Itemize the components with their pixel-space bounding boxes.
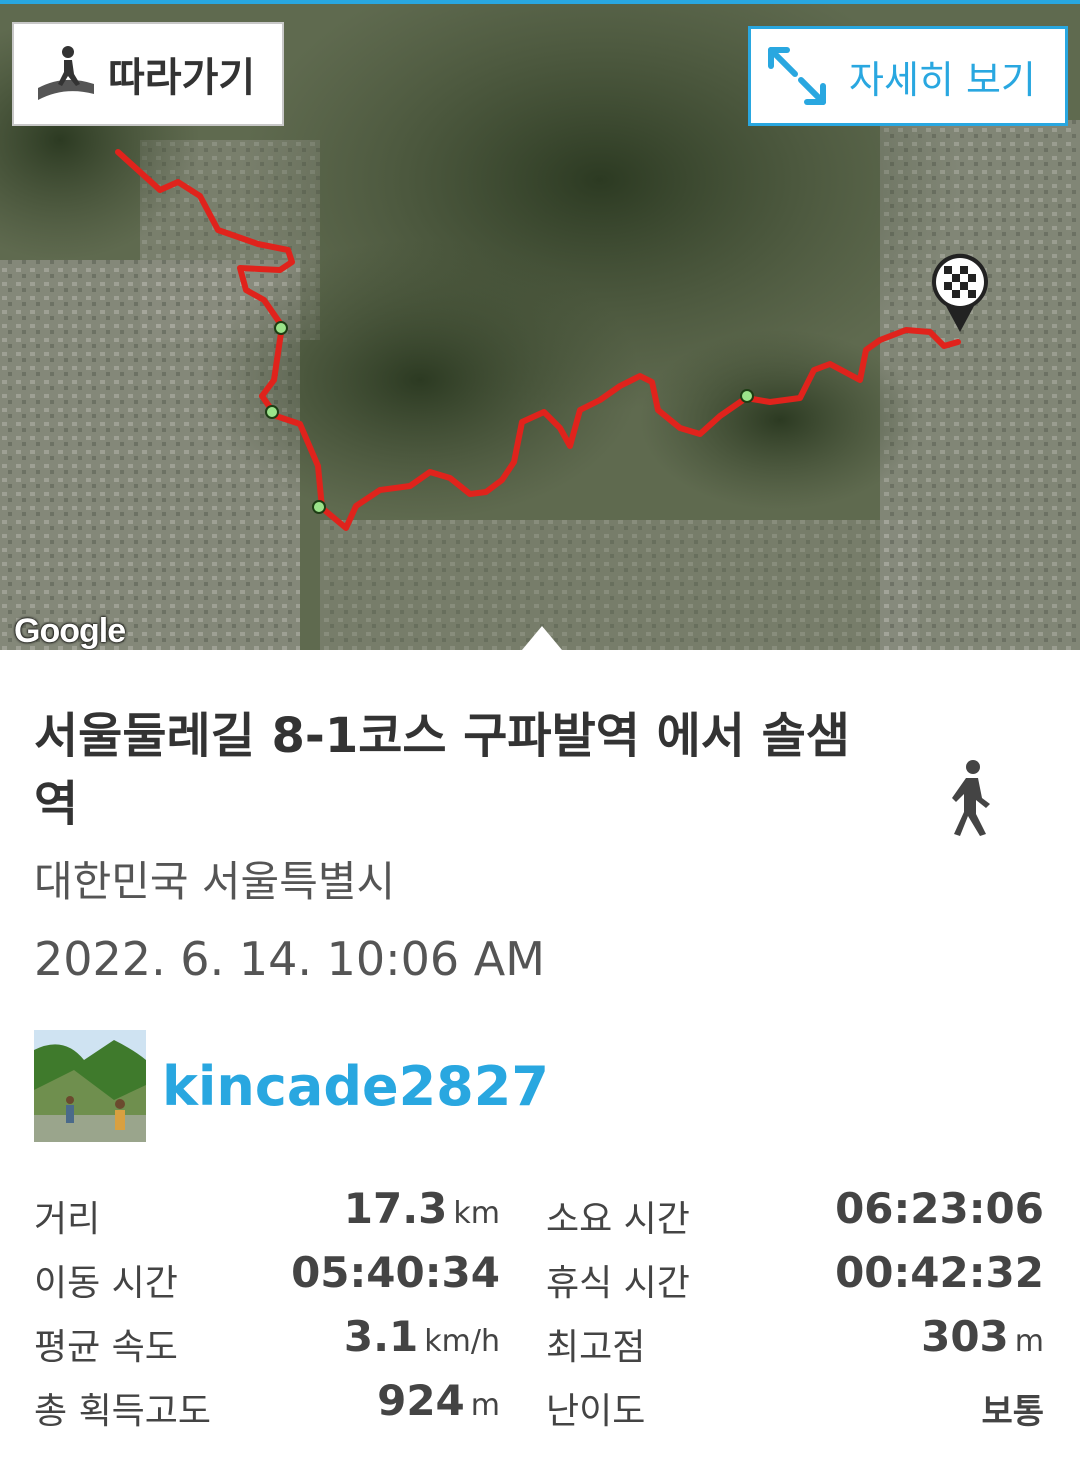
peak-value: 303 bbox=[921, 1312, 1009, 1361]
route-map[interactable]: 따라가기 자세히 보기 Google bbox=[0, 0, 1080, 650]
follow-button[interactable]: 따라가기 bbox=[12, 22, 284, 126]
stats-row: 총 획득고도 924 m 난이도 보통 bbox=[34, 1376, 1048, 1446]
stats-table: 거리 17.3 km 소요 시간 06:23:06 이동 시간 05:40:34 … bbox=[34, 1184, 1048, 1446]
stats-row: 거리 17.3 km 소요 시간 06:23:06 bbox=[34, 1184, 1048, 1254]
rest-time-label: 휴식 시간 bbox=[546, 1263, 690, 1304]
peak-label: 최고점 bbox=[546, 1327, 646, 1368]
duration-value: 06:23:06 bbox=[835, 1184, 1044, 1233]
stats-row: 이동 시간 05:40:34 휴식 시간 00:42:32 bbox=[34, 1248, 1048, 1318]
profile-photo bbox=[34, 1030, 146, 1142]
avg-speed-value: 3.1 bbox=[343, 1312, 419, 1361]
elevation-gain-label: 총 획득고도 bbox=[34, 1391, 212, 1432]
walking-path-icon bbox=[38, 46, 94, 100]
moving-time-label: 이동 시간 bbox=[34, 1263, 178, 1304]
stats-row: 평균 속도 3.1 km/h 최고점 303 m bbox=[34, 1312, 1048, 1382]
view-detail-label: 자세히 보기 bbox=[849, 57, 1036, 102]
avg-speed-label: 평균 속도 bbox=[34, 1327, 178, 1368]
avg-speed-unit: km/h bbox=[424, 1324, 500, 1359]
distance-unit: km bbox=[453, 1196, 500, 1231]
map-pointer bbox=[522, 626, 562, 650]
elevation-gain-value-group: 924 m bbox=[377, 1376, 500, 1425]
distance-label: 거리 bbox=[34, 1199, 101, 1240]
view-detail-button[interactable]: 자세히 보기 bbox=[748, 26, 1068, 126]
top-accent-bar bbox=[0, 0, 1080, 4]
walking-icon bbox=[952, 760, 990, 836]
distance-value: 17.3 bbox=[343, 1184, 448, 1233]
distance-value-group: 17.3 km bbox=[344, 1184, 500, 1233]
avatar[interactable] bbox=[34, 1030, 146, 1142]
route-title: 서울둘레길 8-1코스 구파발역 에서 솔샘역 bbox=[34, 708, 850, 832]
peak-value-group: 303 m bbox=[921, 1312, 1044, 1361]
peak-unit: m bbox=[1014, 1324, 1044, 1359]
waypoint-marker[interactable] bbox=[274, 321, 288, 335]
username-link[interactable]: kincade2827 bbox=[162, 1055, 549, 1118]
difficulty-value: 보통 bbox=[981, 1392, 1044, 1432]
follow-label: 따라가기 bbox=[108, 55, 256, 101]
difficulty-label: 난이도 bbox=[546, 1391, 646, 1432]
waypoint-marker[interactable] bbox=[265, 405, 279, 419]
google-logo: Google bbox=[14, 612, 126, 650]
rest-time-value: 00:42:32 bbox=[835, 1248, 1044, 1297]
route-region: 대한민국 서울특별시 bbox=[34, 857, 396, 906]
waypoint-marker[interactable] bbox=[740, 389, 754, 403]
route-datetime: 2022. 6. 14. 10:06 AM bbox=[34, 932, 545, 986]
elevation-gain-unit: m bbox=[470, 1388, 500, 1423]
elevation-gain-value: 924 bbox=[377, 1376, 465, 1425]
duration-label: 소요 시간 bbox=[546, 1199, 690, 1240]
expand-icon bbox=[768, 47, 826, 105]
avg-speed-value-group: 3.1 km/h bbox=[344, 1312, 500, 1361]
waypoint-marker[interactable] bbox=[312, 500, 326, 514]
moving-time-value: 05:40:34 bbox=[291, 1248, 500, 1297]
